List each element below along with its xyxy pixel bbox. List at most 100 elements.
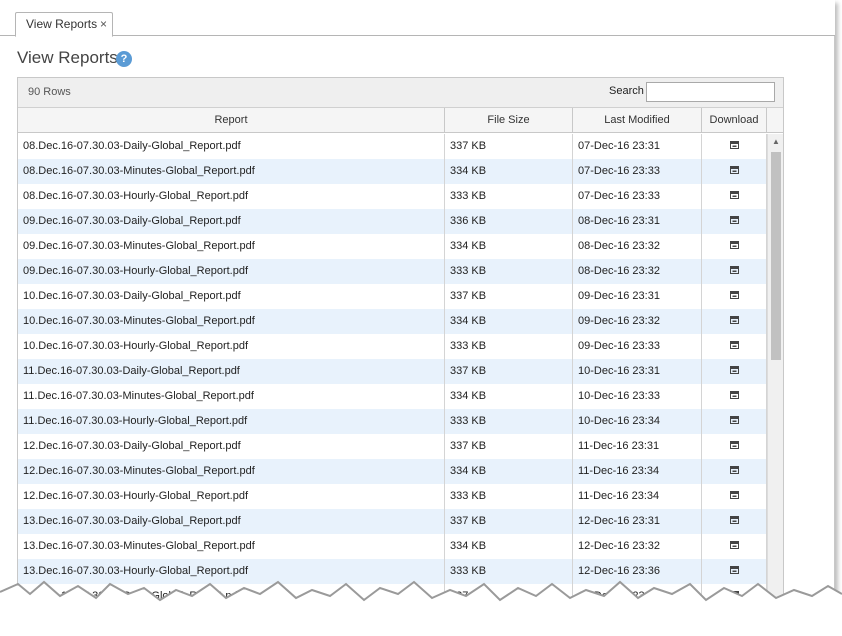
last-modified: 10-Dec-16 23:33: [573, 384, 702, 409]
table-row[interactable]: 08.Dec.16-07.30.03-Hourly-Global_Report.…: [18, 184, 767, 209]
report-name: 13.Dec.16-07.30.03-Minutes-Global_Report…: [18, 534, 445, 559]
table-row[interactable]: 09.Dec.16-07.30.03-Minutes-Global_Report…: [18, 234, 767, 259]
tab-label: View Reports: [26, 17, 98, 31]
download-icon[interactable]: [729, 216, 739, 225]
table-row[interactable]: 11.Dec.16-07.30.03-Hourly-Global_Report.…: [18, 409, 767, 434]
table-row[interactable]: 09.Dec.16-07.30.03-Hourly-Global_Report.…: [18, 259, 767, 284]
row-count: 90 Rows: [28, 86, 71, 98]
file-size: 334 KB: [445, 534, 573, 559]
file-size: 334 KB: [445, 384, 573, 409]
torn-edge: [0, 580, 842, 636]
download-icon[interactable]: [729, 491, 739, 500]
download-icon[interactable]: [729, 166, 739, 175]
table-row[interactable]: 12.Dec.16-07.30.03-Hourly-Global_Report.…: [18, 484, 767, 509]
table-row[interactable]: 08.Dec.16-07.30.03-Minutes-Global_Report…: [18, 159, 767, 184]
last-modified: 07-Dec-16 23:33: [573, 184, 702, 209]
download-cell: [702, 184, 767, 209]
last-modified: 08-Dec-16 23:32: [573, 259, 702, 284]
download-cell: [702, 334, 767, 359]
tab-view-reports[interactable]: View Reports ×: [15, 12, 113, 37]
download-icon[interactable]: [729, 266, 739, 275]
last-modified: 12-Dec-16 23:31: [573, 509, 702, 534]
last-modified: 10-Dec-16 23:31: [573, 359, 702, 384]
report-name: 08.Dec.16-07.30.03-Minutes-Global_Report…: [18, 159, 445, 184]
grid-toolbar: 90 Rows Search: [18, 78, 783, 108]
last-modified: 08-Dec-16 23:31: [573, 209, 702, 234]
report-name: 10.Dec.16-07.30.03-Minutes-Global_Report…: [18, 309, 445, 334]
last-modified: 07-Dec-16 23:31: [573, 134, 702, 159]
table-row[interactable]: 08.Dec.16-07.30.03-Daily-Global_Report.p…: [18, 134, 767, 159]
last-modified: 09-Dec-16 23:33: [573, 334, 702, 359]
download-cell: [702, 484, 767, 509]
grid-body: 08.Dec.16-07.30.03-Daily-Global_Report.p…: [18, 134, 767, 606]
file-size: 334 KB: [445, 234, 573, 259]
report-name: 10.Dec.16-07.30.03-Hourly-Global_Report.…: [18, 334, 445, 359]
table-row[interactable]: 10.Dec.16-07.30.03-Daily-Global_Report.p…: [18, 284, 767, 309]
table-row[interactable]: 10.Dec.16-07.30.03-Minutes-Global_Report…: [18, 309, 767, 334]
download-cell: [702, 234, 767, 259]
table-row[interactable]: 10.Dec.16-07.30.03-Hourly-Global_Report.…: [18, 334, 767, 359]
download-icon[interactable]: [729, 291, 739, 300]
search-label: Search: [609, 85, 644, 97]
search-input[interactable]: [646, 82, 775, 102]
download-cell: [702, 434, 767, 459]
download-cell: [702, 509, 767, 534]
help-icon[interactable]: ?: [116, 51, 132, 67]
download-icon[interactable]: [729, 441, 739, 450]
table-row[interactable]: 09.Dec.16-07.30.03-Daily-Global_Report.p…: [18, 209, 767, 234]
download-icon[interactable]: [729, 141, 739, 150]
download-cell: [702, 534, 767, 559]
last-modified: 11-Dec-16 23:34: [573, 459, 702, 484]
file-size: 334 KB: [445, 459, 573, 484]
tab-strip: View Reports ×: [0, 0, 835, 37]
table-row[interactable]: 11.Dec.16-07.30.03-Daily-Global_Report.p…: [18, 359, 767, 384]
report-name: 08.Dec.16-07.30.03-Daily-Global_Report.p…: [18, 134, 445, 159]
download-cell: [702, 359, 767, 384]
column-header-report[interactable]: Report: [18, 108, 445, 132]
download-icon[interactable]: [729, 391, 739, 400]
download-cell: [702, 409, 767, 434]
report-name: 12.Dec.16-07.30.03-Hourly-Global_Report.…: [18, 484, 445, 509]
download-icon[interactable]: [729, 541, 739, 550]
download-icon[interactable]: [729, 516, 739, 525]
scroll-thumb[interactable]: [771, 152, 781, 360]
table-row[interactable]: 13.Dec.16-07.30.03-Minutes-Global_Report…: [18, 534, 767, 559]
report-name: 12.Dec.16-07.30.03-Daily-Global_Report.p…: [18, 434, 445, 459]
report-name: 11.Dec.16-07.30.03-Minutes-Global_Report…: [18, 384, 445, 409]
download-icon[interactable]: [729, 316, 739, 325]
download-icon[interactable]: [729, 341, 739, 350]
column-header-last-modified[interactable]: Last Modified: [573, 108, 702, 132]
download-icon[interactable]: [729, 366, 739, 375]
table-row[interactable]: 13.Dec.16-07.30.03-Daily-Global_Report.p…: [18, 509, 767, 534]
file-size: 337 KB: [445, 434, 573, 459]
report-name: 09.Dec.16-07.30.03-Hourly-Global_Report.…: [18, 259, 445, 284]
download-cell: [702, 309, 767, 334]
report-name: 10.Dec.16-07.30.03-Daily-Global_Report.p…: [18, 284, 445, 309]
scroll-up-arrow-icon[interactable]: ▲: [768, 134, 783, 150]
download-icon[interactable]: [729, 241, 739, 250]
file-size: 333 KB: [445, 484, 573, 509]
table-row[interactable]: 12.Dec.16-07.30.03-Minutes-Global_Report…: [18, 459, 767, 484]
column-header-download[interactable]: Download: [702, 108, 767, 132]
file-size: 333 KB: [445, 184, 573, 209]
vertical-scrollbar[interactable]: ▲: [767, 134, 783, 606]
file-size: 337 KB: [445, 134, 573, 159]
download-cell: [702, 134, 767, 159]
table-row[interactable]: 11.Dec.16-07.30.03-Minutes-Global_Report…: [18, 384, 767, 409]
app-window: View Reports × View Reports ? 90 Rows Se…: [0, 0, 835, 607]
download-icon[interactable]: [729, 191, 739, 200]
file-size: 337 KB: [445, 359, 573, 384]
last-modified: 07-Dec-16 23:33: [573, 159, 702, 184]
close-icon[interactable]: ×: [100, 13, 107, 35]
last-modified: 10-Dec-16 23:34: [573, 409, 702, 434]
download-cell: [702, 459, 767, 484]
download-icon[interactable]: [729, 416, 739, 425]
table-row[interactable]: 12.Dec.16-07.30.03-Daily-Global_Report.p…: [18, 434, 767, 459]
last-modified: 09-Dec-16 23:32: [573, 309, 702, 334]
last-modified: 08-Dec-16 23:32: [573, 234, 702, 259]
grid-header: Report File Size Last Modified Download: [18, 108, 783, 133]
download-icon[interactable]: [729, 466, 739, 475]
file-size: 337 KB: [445, 509, 573, 534]
report-name: 09.Dec.16-07.30.03-Daily-Global_Report.p…: [18, 209, 445, 234]
column-header-file-size[interactable]: File Size: [445, 108, 573, 132]
